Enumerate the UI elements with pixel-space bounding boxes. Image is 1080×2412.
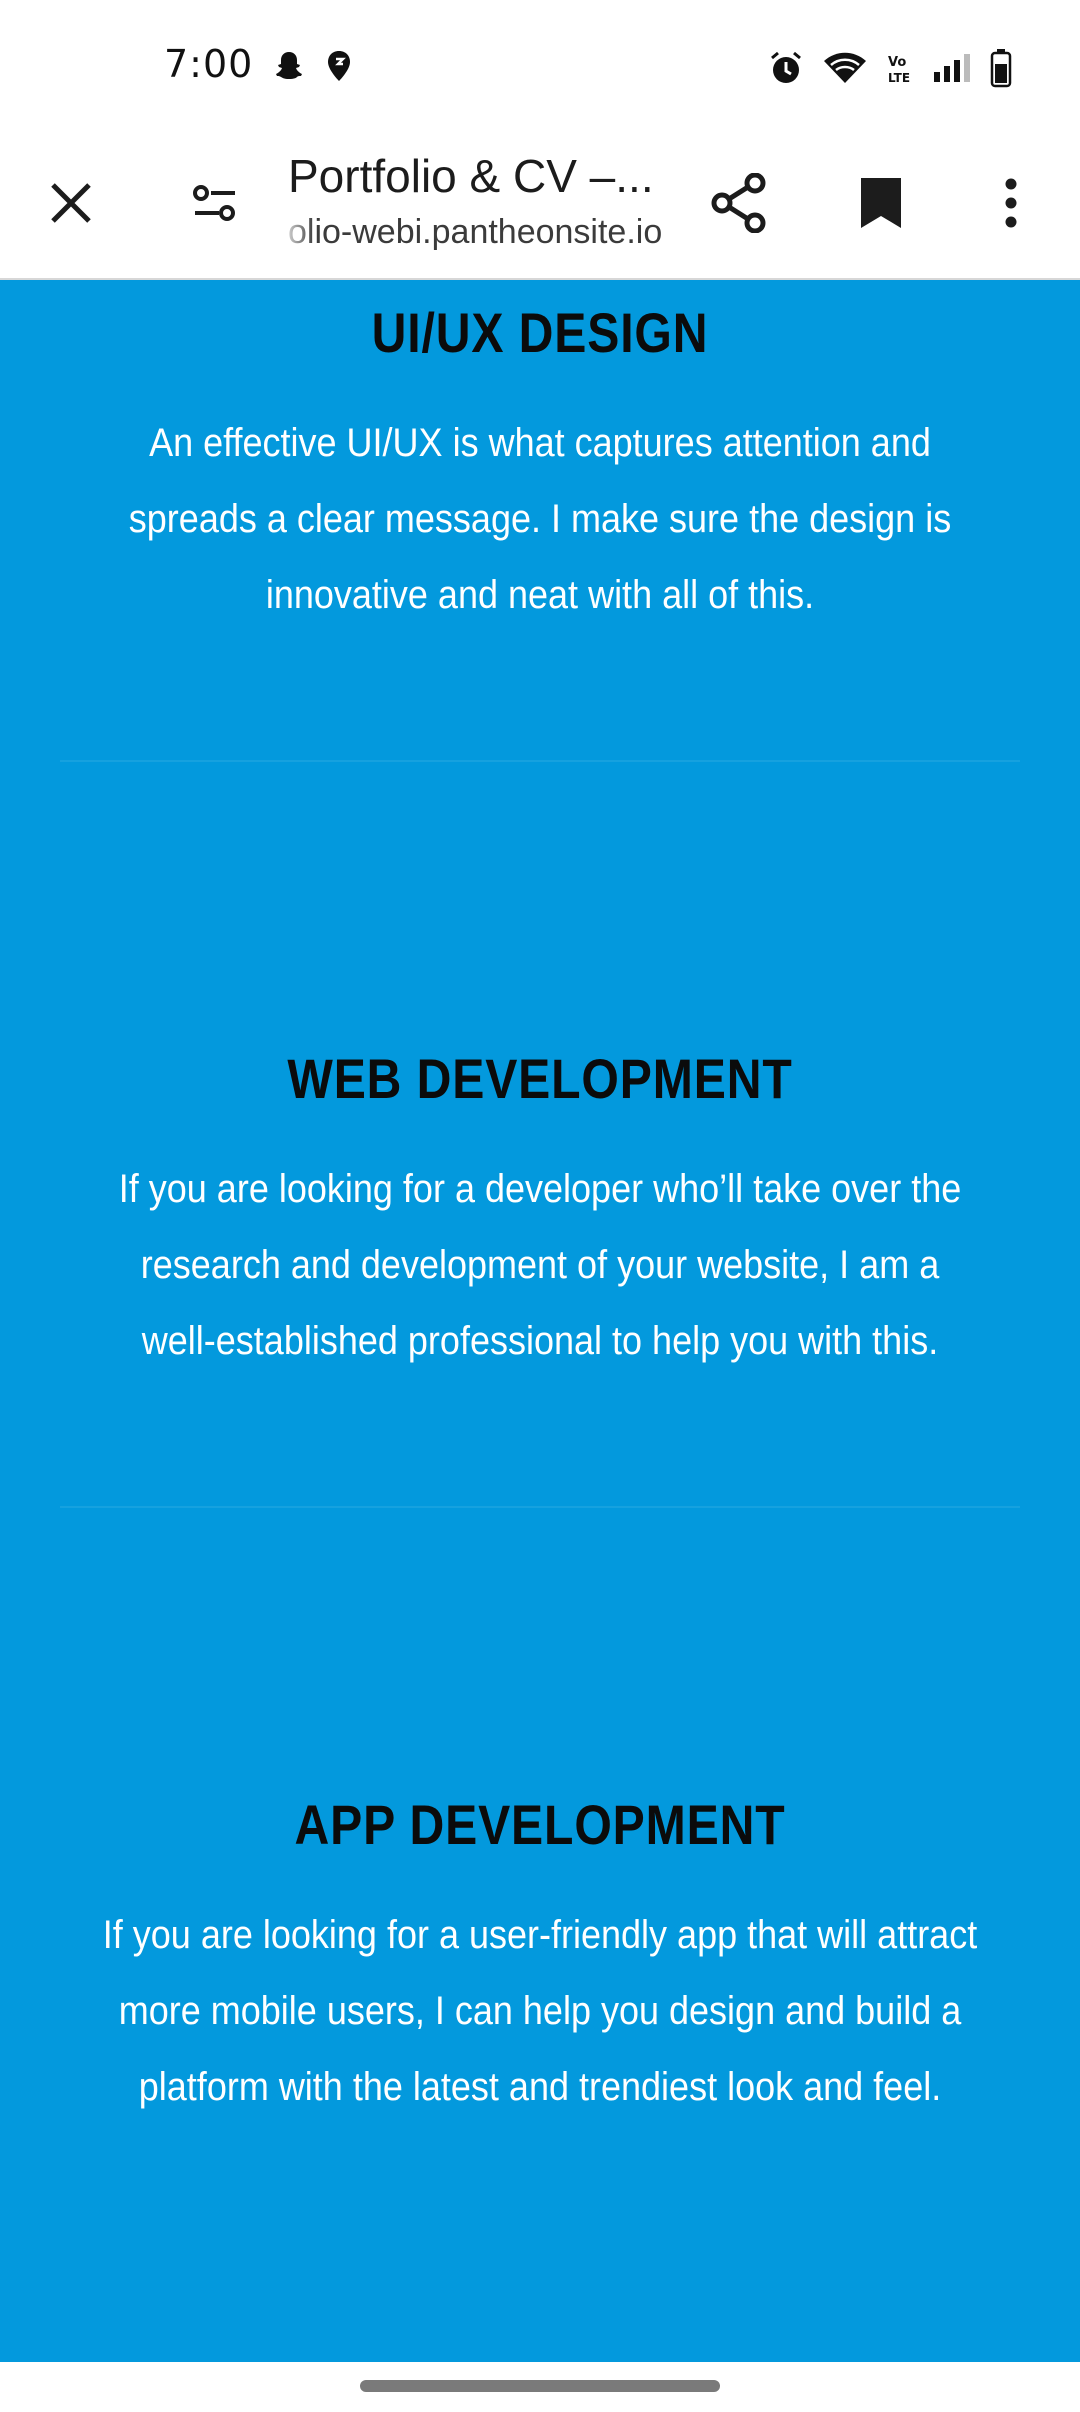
service-title: APP DEVELOPMENT [294,1793,786,1856]
site-settings-button[interactable] [172,162,258,248]
service-title: UI/UX DESIGN [371,301,709,364]
battery-icon [990,48,1012,93]
status-bar: 7:00 Vo LTE [0,0,1080,132]
close-tab-button[interactable] [28,162,114,248]
svg-text:Vo: Vo [888,55,906,70]
service-description: An effective UI/UX is what captures atte… [128,421,952,617]
bookmark-icon [859,176,903,235]
wifi-icon [822,51,868,90]
address-block[interactable]: Portfolio & CV –... olio-webi.pantheonsi… [288,142,668,254]
tune-icon [191,181,239,230]
volte-icon: Vo LTE [886,51,914,90]
page-title: Portfolio & CV –... [288,150,654,202]
share-icon [710,172,768,238]
more-options-button[interactable] [968,162,1054,248]
home-gesture-handle[interactable] [360,2380,720,2392]
notification-icons [274,50,352,87]
page-url: olio-webi.pantheonsite.io [288,213,663,251]
bookmark-button[interactable] [838,162,924,248]
gesture-navigation-area [0,2362,1080,2412]
service-title: WEB DEVELOPMENT [287,1047,793,1110]
service-web-development: WEB DEVELOPMENT If you are looking for a… [0,1046,1080,1379]
section-divider [60,760,1020,762]
browser-toolbar: Portfolio & CV –... olio-webi.pantheonsi… [0,132,1080,280]
close-icon [48,180,94,231]
more-vert-icon [1004,177,1018,234]
system-icons: Vo LTE [768,48,1012,93]
status-time: 7:00 [164,42,254,86]
signal-icon [932,52,972,89]
snapchat-icon [274,50,304,87]
svg-text:LTE: LTE [888,71,910,85]
service-ui-ux: UI/UX DESIGN An effective UI/UX is what … [0,300,1080,633]
alarm-icon [768,50,804,91]
section-divider [60,1506,1020,1508]
service-description: If you are looking for a user-friendly a… [102,1913,978,2109]
page-content: UI/UX DESIGN An effective UI/UX is what … [0,282,1080,2362]
share-button[interactable] [696,162,782,248]
service-app-development: APP DEVELOPMENT If you are looking for a… [0,1792,1080,2125]
location-icon [326,50,352,87]
service-description: If you are looking for a developer who’l… [118,1167,962,1363]
